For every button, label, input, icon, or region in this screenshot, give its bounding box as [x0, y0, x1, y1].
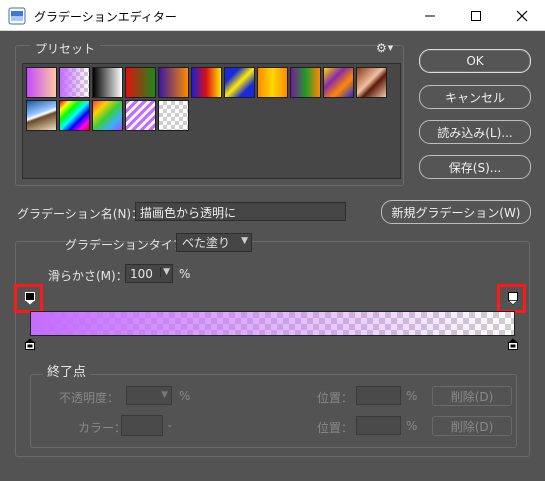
preset-swatch-transparent-stripes[interactable]: [125, 100, 156, 131]
close-button[interactable]: [499, 0, 545, 31]
preset-swatch-blue-yellow-blue[interactable]: [224, 67, 255, 98]
preset-swatch-transparent-rainbow[interactable]: [92, 100, 123, 131]
color-stop-end[interactable]: [508, 338, 518, 350]
cancel-button[interactable]: キャンセル: [419, 85, 531, 109]
window-title: グラデーションエディター: [34, 10, 177, 24]
stop-color-swatch[interactable]: [121, 415, 163, 436]
color-location-unit: %: [406, 419, 418, 433]
color-location-input[interactable]: [356, 416, 401, 435]
photoshop-app-icon: [8, 7, 26, 25]
smoothness-unit: %: [179, 267, 191, 281]
stop-color-label: カラー：: [78, 421, 127, 435]
gradient-preview-bar[interactable]: [30, 311, 515, 336]
gradient-type-value: べた塗り: [182, 236, 231, 250]
preset-swatch-chrome[interactable]: [26, 100, 57, 131]
color-location-label: 位置：: [317, 421, 354, 435]
preset-swatch-foreground-to-transparent[interactable]: [59, 67, 90, 98]
maximize-button[interactable]: [453, 0, 499, 31]
stop-opacity-label: 不透明度：: [59, 391, 120, 405]
preset-swatch-grid: [22, 63, 401, 179]
chevron-down-icon: ▼: [241, 236, 248, 246]
smoothness-input[interactable]: 100 ▼: [125, 264, 173, 283]
preset-swatch-foreground-to-background[interactable]: [26, 67, 57, 98]
opacity-delete-button[interactable]: 削除(D): [432, 386, 512, 406]
preset-swatch-violet-green-orange[interactable]: [290, 67, 321, 98]
minimize-button[interactable]: [407, 0, 453, 31]
color-stop-start[interactable]: [25, 338, 35, 350]
opacity-stop-end[interactable]: [508, 292, 518, 305]
title-bar: グラデーションエディター: [0, 0, 545, 31]
gradient-name-input[interactable]: 描画色から透明に: [135, 202, 346, 221]
preset-swatch-blue-red-yellow[interactable]: [191, 67, 222, 98]
presets-menu-button[interactable]: ⚙ ▼: [376, 41, 396, 55]
minimize-icon: [425, 15, 435, 16]
preset-swatch-violet-orange[interactable]: [158, 67, 189, 98]
ok-button[interactable]: OK: [419, 49, 531, 73]
new-gradient-button[interactable]: 新規グラデーション(W): [381, 200, 531, 224]
opacity-location-unit: %: [406, 389, 418, 403]
preset-swatch-yellow-violet-orange-blue[interactable]: [323, 67, 354, 98]
stop-opacity-input[interactable]: ▼: [126, 386, 172, 405]
color-delete-button[interactable]: 削除(D): [432, 416, 512, 436]
opacity-location-input[interactable]: [356, 386, 401, 405]
preset-swatch-spectrum[interactable]: [59, 100, 90, 131]
gradient-type-select[interactable]: べた塗り ▼: [176, 233, 252, 252]
gear-icon: ⚙: [376, 41, 387, 55]
preset-swatch-checker-transparent[interactable]: [158, 100, 189, 131]
gradient-name-label: グラデーション名(N)：: [17, 207, 144, 221]
presets-label: プリセット: [30, 40, 101, 57]
preset-swatch-black-white[interactable]: [92, 67, 123, 98]
chevron-down-icon: ⌄: [166, 420, 174, 430]
chevron-down-icon: ▼: [161, 390, 168, 400]
preset-swatch-orange-yellow-orange[interactable]: [257, 67, 288, 98]
chevron-down-icon[interactable]: ▼: [160, 267, 170, 277]
stop-opacity-unit: %: [179, 389, 191, 403]
chevron-down-icon: ▼: [387, 44, 394, 52]
smoothness-label: 滑らかさ(M)：: [48, 269, 128, 283]
maximize-icon: [471, 10, 481, 21]
preset-swatch-copper[interactable]: [356, 67, 387, 98]
save-button[interactable]: 保存(S)...: [419, 155, 531, 179]
opacity-stop-start[interactable]: [25, 292, 35, 305]
opacity-location-label: 位置：: [317, 391, 354, 405]
preset-swatch-red-green[interactable]: [125, 67, 156, 98]
close-icon: [516, 10, 528, 21]
load-button[interactable]: 読み込み(L)...: [419, 120, 531, 144]
stops-label: 終了点: [43, 361, 91, 380]
smoothness-value: 100: [130, 266, 153, 281]
